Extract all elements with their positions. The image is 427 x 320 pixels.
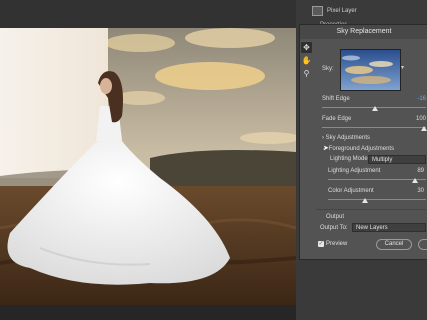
- section-divider: [316, 209, 426, 210]
- foreground-adjustments-label: Foreground Adjustments: [328, 146, 395, 152]
- tool-column: ✥ ✋ ⚲: [300, 41, 314, 81]
- ok-button[interactable]: [418, 239, 427, 250]
- hand-tool-icon[interactable]: ✋: [301, 55, 312, 66]
- fade-edge-slider-track[interactable]: [322, 127, 426, 128]
- fade-edge-label: Fade Edge: [322, 116, 352, 122]
- foreground-adjustments-section[interactable]: ⌄ Foreground Adjustments: [322, 145, 394, 152]
- fade-edge-value[interactable]: 100: [408, 116, 426, 122]
- cancel-button[interactable]: Cancel: [376, 239, 412, 250]
- sky-adjustments-section[interactable]: › Sky Adjustments: [322, 135, 370, 141]
- sky-adjustments-label: Sky Adjustments: [325, 135, 371, 141]
- cursor-icon: ➤: [323, 145, 329, 152]
- shift-edge-value[interactable]: -16: [408, 96, 426, 102]
- move-tool-icon[interactable]: ✥: [301, 42, 312, 53]
- dropdown-arrow-icon[interactable]: ▾: [401, 64, 404, 71]
- photo-canvas[interactable]: [0, 28, 296, 305]
- lighting-adjustment-value[interactable]: 89: [408, 168, 424, 174]
- layer-row[interactable]: Pixel Layer: [312, 4, 357, 18]
- lighting-adjustment-label: Lighting Adjustment: [328, 168, 381, 174]
- shift-edge-slider-knob[interactable]: [372, 106, 378, 111]
- sky-thumbnail-image: [341, 50, 400, 90]
- zoom-tool-icon[interactable]: ⚲: [301, 68, 312, 79]
- layer-name: Pixel Layer: [327, 8, 357, 14]
- layer-icon: [312, 6, 323, 16]
- sky-replacement-dialog: Sky Replacement ✥ ✋ ⚲ Sky: ▾ Shift Edge …: [299, 24, 427, 260]
- color-adjustment-slider-track[interactable]: [328, 199, 426, 200]
- lighting-adjustment-slider-knob[interactable]: [412, 178, 418, 183]
- output-to-select[interactable]: New Layers: [352, 223, 426, 232]
- lighting-mode-label: Lighting Mode:: [330, 156, 370, 162]
- bride-field-photo: [0, 28, 296, 305]
- sky-label: Sky:: [322, 66, 334, 72]
- lighting-mode-select[interactable]: Multiply: [368, 155, 426, 164]
- shift-edge-label: Shift Edge: [322, 96, 350, 102]
- dialog-title: Sky Replacement: [300, 25, 427, 39]
- output-to-label: Output To:: [320, 225, 348, 231]
- color-adjustment-slider-knob[interactable]: [362, 198, 368, 203]
- color-adjustment-value[interactable]: 30: [408, 188, 424, 194]
- output-heading: Output: [326, 214, 345, 220]
- fade-edge-slider-knob[interactable]: [421, 126, 427, 131]
- checkmark-icon[interactable]: ✓: [318, 241, 324, 247]
- preview-label: Preview: [326, 241, 348, 247]
- sky-preset-thumbnail[interactable]: [340, 49, 401, 91]
- color-adjustment-label: Color Adjustment: [328, 188, 374, 194]
